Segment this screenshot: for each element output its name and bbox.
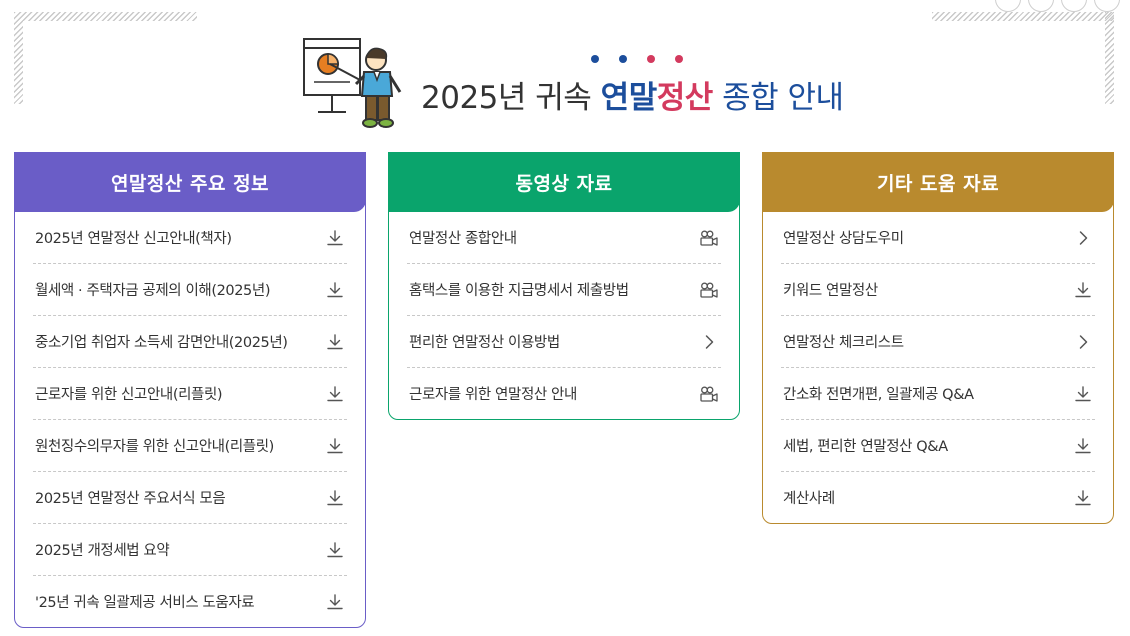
panel-list: 연말정산 상담도우미키워드 연말정산연말정산 체크리스트간소화 전면개편, 일괄… (763, 212, 1113, 523)
list-item[interactable]: 연말정산 종합안내 (407, 212, 721, 264)
list-item[interactable]: 세법, 편리한 연말정산 Q&A (781, 420, 1095, 472)
panel-header: 동영상 자료 (388, 152, 740, 212)
carousel-button[interactable] (1094, 0, 1120, 12)
download-icon[interactable] (325, 228, 345, 248)
carousel-button[interactable] (995, 0, 1021, 12)
list-item-label: 계산사례 (783, 491, 835, 507)
decorative-hatch (1105, 12, 1114, 104)
carousel-button[interactable] (1028, 0, 1054, 12)
list-item[interactable]: 월세액 · 주택자금 공제의 이해(2025년) (33, 264, 347, 316)
panel-other-help: 기타 도움 자료 연말정산 상담도우미키워드 연말정산연말정산 체크리스트간소화… (762, 152, 1114, 524)
list-item[interactable]: 키워드 연말정산 (781, 264, 1095, 316)
list-item-label: 연말정산 체크리스트 (783, 335, 904, 351)
list-item[interactable]: 2025년 개정세법 요약 (33, 524, 347, 576)
download-icon[interactable] (325, 436, 345, 456)
title-dot (619, 55, 627, 63)
title-dot (591, 55, 599, 63)
list-item-label: 편리한 연말정산 이용방법 (409, 335, 560, 351)
decorative-hatch (14, 12, 23, 104)
panel-header: 기타 도움 자료 (762, 152, 1114, 212)
panel-video: 동영상 자료 연말정산 종합안내홈택스를 이용한 지급명세서 제출방법편리한 연… (388, 152, 740, 420)
list-item-label: '25년 귀속 일괄제공 서비스 도움자료 (35, 595, 255, 611)
top-carousel-controls (995, 0, 1120, 12)
carousel-button[interactable] (1061, 0, 1087, 12)
title-prefix: 2025년 귀속 (421, 80, 601, 116)
list-item-label: 키워드 연말정산 (783, 283, 878, 299)
list-item-label: 근로자를 위한 신고안내(리플릿) (35, 387, 223, 403)
title-dot (675, 55, 683, 63)
list-item[interactable]: 근로자를 위한 연말정산 안내 (407, 368, 721, 419)
download-icon[interactable] (325, 488, 345, 508)
list-item[interactable]: 간소화 전면개편, 일괄제공 Q&A (781, 368, 1095, 420)
chevron-right-icon[interactable] (1073, 332, 1093, 352)
download-icon[interactable] (1073, 280, 1093, 300)
title-suffix: 종합 안내 (712, 80, 844, 116)
panel-main-info: 연말정산 주요 정보 2025년 연말정산 신고안내(책자) 월세액 · 주택자금… (14, 152, 366, 628)
page-title: 2025년 귀속 연말정산 종합 안내 (421, 72, 844, 117)
list-item[interactable]: 연말정산 체크리스트 (781, 316, 1095, 368)
video-camera-icon[interactable] (699, 280, 719, 300)
title-highlight-blue: 연말 (600, 80, 658, 116)
list-item[interactable]: 편리한 연말정산 이용방법 (407, 316, 721, 368)
list-item[interactable]: 연말정산 상담도우미 (781, 212, 1095, 264)
download-icon[interactable] (1073, 384, 1093, 404)
video-camera-icon[interactable] (699, 228, 719, 248)
download-icon[interactable] (325, 540, 345, 560)
list-item[interactable]: '25년 귀속 일괄제공 서비스 도움자료 (33, 576, 347, 627)
list-item[interactable]: 중소기업 취업자 소득세 감면안내(2025년) (33, 316, 347, 368)
list-item-label: 세법, 편리한 연말정산 Q&A (783, 439, 948, 455)
download-icon[interactable] (325, 384, 345, 404)
title-dots (591, 55, 683, 63)
list-item[interactable]: 홈택스를 이용한 지급명세서 제출방법 (407, 264, 721, 316)
list-item-label: 홈택스를 이용한 지급명세서 제출방법 (409, 283, 629, 299)
chevron-right-icon[interactable] (1073, 228, 1093, 248)
list-item[interactable]: 2025년 연말정산 주요서식 모음 (33, 472, 347, 524)
download-icon[interactable] (325, 592, 345, 612)
presenter-illustration (303, 38, 402, 128)
list-item-label: 월세액 · 주택자금 공제의 이해(2025년) (35, 283, 271, 299)
list-item-label: 중소기업 취업자 소득세 감면안내(2025년) (35, 335, 288, 351)
list-item-label: 2025년 연말정산 주요서식 모음 (35, 491, 226, 507)
chevron-right-icon[interactable] (699, 332, 719, 352)
decorative-hatch (932, 12, 1114, 21)
panel-header: 연말정산 주요 정보 (14, 152, 366, 212)
list-item[interactable]: 근로자를 위한 신고안내(리플릿) (33, 368, 347, 420)
download-icon[interactable] (325, 332, 345, 352)
download-icon[interactable] (1073, 488, 1093, 508)
list-item-label: 연말정산 상담도우미 (783, 231, 904, 247)
list-item[interactable]: 계산사례 (781, 472, 1095, 523)
panel-list: 2025년 연말정산 신고안내(책자) 월세액 · 주택자금 공제의 이해(202… (15, 212, 365, 627)
list-item-label: 2025년 연말정산 신고안내(책자) (35, 231, 232, 247)
download-icon[interactable] (325, 280, 345, 300)
download-icon[interactable] (1073, 436, 1093, 456)
list-item[interactable]: 2025년 연말정산 신고안내(책자) (33, 212, 347, 264)
video-camera-icon[interactable] (699, 384, 719, 404)
title-dot (647, 55, 655, 63)
list-item-label: 2025년 개정세법 요약 (35, 543, 170, 559)
list-item-label: 간소화 전면개편, 일괄제공 Q&A (783, 387, 974, 403)
list-item[interactable]: 원천징수의무자를 위한 신고안내(리플릿) (33, 420, 347, 472)
list-item-label: 근로자를 위한 연말정산 안내 (409, 387, 577, 403)
title-highlight-red: 정산 (656, 80, 714, 116)
panel-list: 연말정산 종합안내홈택스를 이용한 지급명세서 제출방법편리한 연말정산 이용방… (389, 212, 739, 419)
decorative-hatch (14, 12, 197, 21)
list-item-label: 원천징수의무자를 위한 신고안내(리플릿) (35, 439, 274, 455)
list-item-label: 연말정산 종합안내 (409, 231, 517, 247)
